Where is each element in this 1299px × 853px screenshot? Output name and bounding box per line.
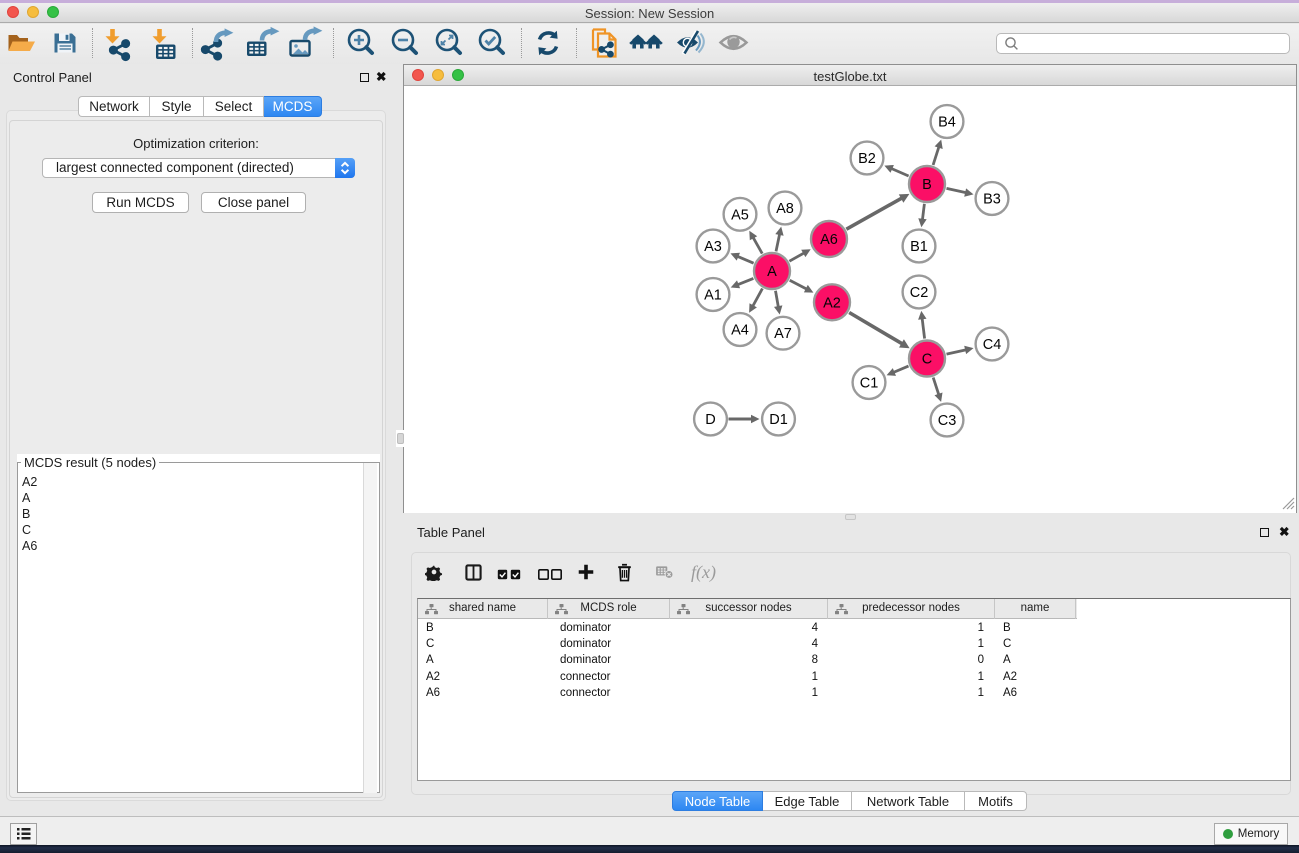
svg-text:A8: A8 — [776, 201, 794, 217]
svg-text:A3: A3 — [704, 239, 722, 255]
svg-text:A2: A2 — [823, 295, 841, 311]
svg-text:B1: B1 — [910, 239, 928, 255]
svg-text:A1: A1 — [704, 288, 722, 304]
svg-text:C1: C1 — [860, 376, 879, 392]
svg-text:A7: A7 — [774, 326, 792, 342]
svg-text:C4: C4 — [983, 337, 1002, 353]
svg-text:D1: D1 — [769, 412, 788, 428]
svg-text:C: C — [922, 352, 932, 368]
svg-text:B4: B4 — [938, 115, 956, 131]
svg-text:C3: C3 — [938, 413, 957, 429]
svg-text:B: B — [922, 177, 932, 193]
svg-text:A5: A5 — [731, 207, 749, 223]
svg-text:B2: B2 — [858, 151, 876, 167]
svg-text:A: A — [767, 264, 777, 280]
svg-text:D: D — [705, 412, 715, 428]
svg-text:A6: A6 — [820, 232, 838, 248]
svg-text:C2: C2 — [910, 285, 929, 301]
svg-text:B3: B3 — [983, 192, 1001, 208]
svg-text:A4: A4 — [731, 323, 749, 339]
